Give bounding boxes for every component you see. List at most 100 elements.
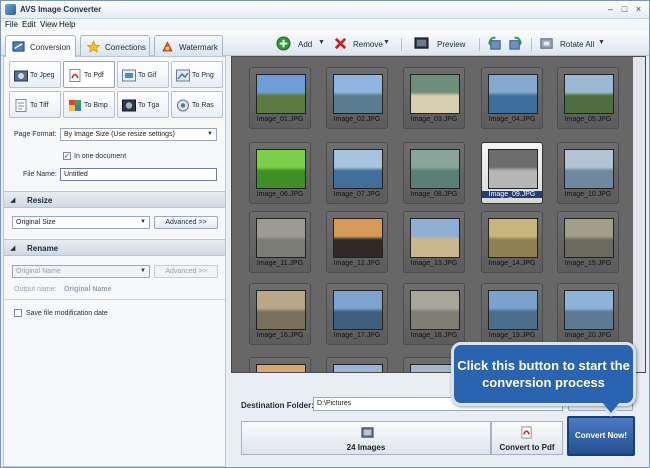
window-title: AVS Image Converter [20,5,102,14]
add-dropdown-icon[interactable]: ▼ [318,39,325,46]
image-thumbnail[interactable]: Image_03.JPG [403,67,465,129]
thumbnail-image [488,74,538,114]
format-ras-label: To Ras [192,102,214,109]
thumbnail-caption: Image_13.JPG [410,260,458,267]
menu-edit[interactable]: Edit [22,20,36,29]
format-ras-button[interactable]: To Ras [171,91,223,118]
thumbnail-image [410,149,460,189]
image-thumbnail[interactable]: Image_18.JPG [403,283,465,345]
image-thumbnail[interactable]: Image_01.JPG [249,67,311,129]
image-thumbnail[interactable]: Image_12.JPG [326,211,388,273]
save-date-label: Save file modification date [26,310,108,317]
destination-label: Destination Folder: [241,401,314,410]
format-gif-button[interactable]: To Gif [117,61,169,88]
remove-button[interactable]: Remove ▼ [333,35,393,53]
image-thumbnail[interactable]: Image_02.JPG [326,67,388,129]
image-thumbnail[interactable]: Image_13.JPG [403,211,465,273]
tga-icon [122,99,136,112]
menu-view[interactable]: View [40,20,57,29]
rotate-all-dropdown-icon[interactable]: ▼ [598,39,605,46]
format-bmp-button[interactable]: To Bmp [63,91,115,118]
save-date-checkbox[interactable] [14,309,22,317]
thumbnail-caption: Image_01.JPG [256,116,304,123]
image-thumbnail[interactable]: Image_10.JPG [557,142,619,204]
remove-dropdown-icon[interactable]: ▼ [383,39,390,46]
format-png-button[interactable]: To Png [171,61,223,88]
convert-to-button[interactable]: Convert to Pdf [491,421,563,455]
format-pdf-label: To Pdf [84,72,104,79]
page-format-select[interactable]: By Image Size (Use resize settings) ▼ [60,128,217,141]
thumbnail-image [488,290,538,330]
file-name-input[interactable]: Untitled [60,168,217,181]
image-thumbnail[interactable]: Image_06.JPG [249,142,311,204]
convert-now-button[interactable]: Convert Now! [567,416,635,456]
image-thumbnail[interactable]: Image_20.JPG [557,283,619,345]
image-thumbnail[interactable] [249,357,311,372]
image-thumbnail[interactable]: Image_14.JPG [481,211,543,273]
format-bmp-label: To Bmp [84,102,108,109]
resize-advanced-button[interactable]: Advanced >> [154,216,218,229]
rotate-all-button[interactable]: Rotate All ▼ [539,35,609,53]
rotate-left-button[interactable] [487,35,503,53]
image-thumbnail[interactable]: Image_15.JPG [557,211,619,273]
image-thumbnail[interactable]: Image_11.JPG [249,211,311,273]
rotate-right-button[interactable] [508,35,524,53]
menu-file[interactable]: File [5,20,18,29]
file-name-label: File Name: [23,171,57,178]
images-count-label: 24 Images [346,443,386,452]
images-count-button[interactable]: 24 Images [241,421,491,455]
thumbnail-image [256,149,306,189]
rename-name-select[interactable]: Original Name ▼ [12,265,150,278]
thumbnail-image [256,74,306,114]
image-thumbnail[interactable]: Image_08.JPG [403,142,465,204]
thumbnail-caption: Image_17.JPG [333,332,381,339]
thumbnail-image [564,74,614,114]
image-thumbnail[interactable] [326,357,388,372]
image-thumbnail[interactable]: Image_17.JPG [326,283,388,345]
menu-bar: File Edit View Help [1,19,649,31]
image-thumbnail[interactable]: Image_19.JPG [481,283,543,345]
rotate-right-icon [509,36,523,50]
thumbnail-image [333,290,383,330]
preview-icon [414,37,429,49]
minimize-icon[interactable]: – [605,4,616,15]
format-jpeg-button[interactable]: To Jpeg [9,61,61,88]
format-jpeg-label: To Jpeg [30,72,55,79]
thumbnail-caption: Image_08.JPG [410,191,458,198]
rename-advanced-button[interactable]: Advanced >> [154,265,218,278]
output-name-value: Original Name [64,286,112,293]
preview-button[interactable]: Preview [414,35,474,53]
one-document-checkbox[interactable]: ✓ [63,152,71,160]
thumbnail-caption: Image_14.JPG [488,260,536,267]
thumbnail-image [410,218,460,258]
image-thumbnail[interactable]: Image_07.JPG [326,142,388,204]
preview-label: Preview [437,40,466,49]
tab-corrections[interactable]: Corrections [80,35,150,56]
rename-section-header[interactable]: ◢ Rename [4,239,225,256]
output-name-label: Output name: [14,286,57,293]
format-tiff-button[interactable]: To Tiff [9,91,61,118]
close-icon[interactable]: × [633,4,644,15]
thumbnail-image [333,149,383,189]
bmp-icon [69,100,81,111]
tab-watermark[interactable]: Watermark [154,35,223,56]
format-tga-label: To Tga [138,102,160,109]
thumbnail-image [564,290,614,330]
add-button[interactable]: Add ▼ [276,35,330,53]
pdf-icon [521,426,532,439]
image-thumbnail[interactable]: Image_16.JPG [249,283,311,345]
callout-text: Click this button to start the conversio… [457,358,630,390]
maximize-icon[interactable]: □ [619,4,630,15]
image-thumbnail[interactable]: Image_04.JPG [481,67,543,129]
image-thumbnail[interactable]: Image_09.JPG [481,142,543,204]
menu-help[interactable]: Help [59,20,75,29]
tab-conversion[interactable]: Conversion [5,35,76,57]
format-tga-button[interactable]: To Tga [117,91,169,118]
jpeg-icon [14,70,28,82]
resize-size-select[interactable]: Original Size ▼ [12,216,150,229]
format-pdf-button[interactable]: To Pdf [63,61,115,88]
image-thumbnail[interactable]: Image_05.JPG [557,67,619,129]
grid-scrollbar[interactable] [633,57,645,372]
app-window: AVS Image Converter – □ × File Edit View… [0,0,650,468]
resize-section-header[interactable]: ◢ Resize [4,191,225,208]
